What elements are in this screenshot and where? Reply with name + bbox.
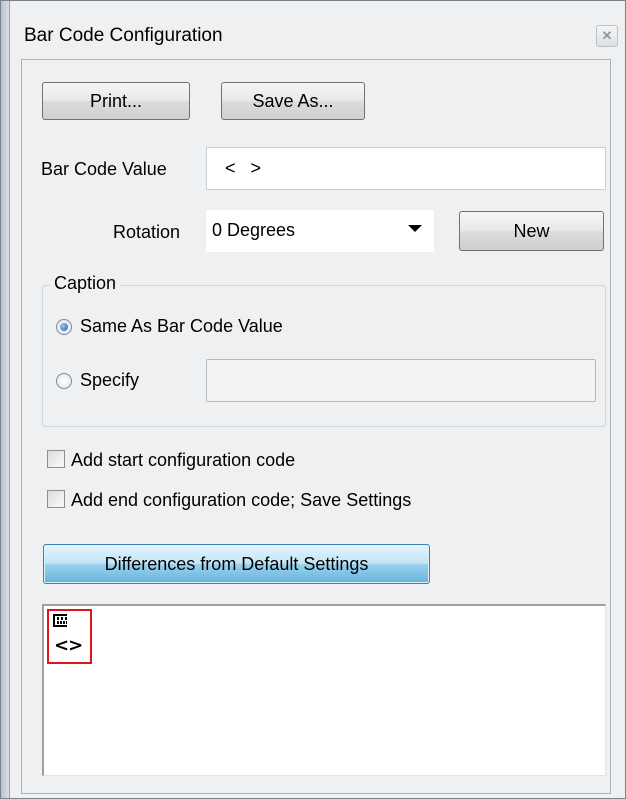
add-start-code-label[interactable]: Add start configuration code (71, 450, 295, 471)
add-end-code-label[interactable]: Add end configuration code; Save Setting… (71, 490, 411, 511)
same-as-bar-code-radio[interactable] (56, 319, 72, 335)
caption-groupbox (42, 285, 606, 427)
barcode-preview-pane: <> (42, 604, 606, 776)
same-as-bar-code-label[interactable]: Same As Bar Code Value (80, 316, 283, 337)
close-icon[interactable]: ✕ (596, 25, 618, 47)
specify-label[interactable]: Specify (80, 370, 139, 391)
print-button[interactable]: Print... (42, 82, 190, 120)
bar-code-value-label: Bar Code Value (41, 159, 167, 179)
save-as-button[interactable]: Save As... (221, 82, 365, 120)
window-frame-left (1, 1, 10, 798)
dialog-client-area: Print... Save As... Bar Code Value < > R… (21, 59, 611, 794)
specify-radio[interactable] (56, 373, 72, 389)
rotation-select[interactable]: 0 Degrees (206, 210, 434, 252)
barcode-highlight-box: <> (47, 609, 92, 664)
dropdown-arrow-icon (408, 225, 422, 232)
add-end-code-checkbox[interactable] (47, 490, 65, 508)
new-button[interactable]: New (459, 211, 604, 251)
add-start-code-checkbox[interactable] (47, 450, 65, 468)
caption-group-legend: Caption (50, 273, 121, 294)
bar-code-value-input[interactable]: < > (206, 147, 606, 190)
barcode-icon (53, 614, 67, 627)
bar-code-configuration-window: Bar Code Configuration ✕ Print... Save A… (0, 0, 626, 799)
rotation-selected-value: 0 Degrees (212, 220, 296, 240)
specify-caption-input (206, 359, 596, 402)
barcode-preview-caption: <> (54, 635, 83, 656)
window-title: Bar Code Configuration (24, 25, 223, 46)
differences-from-default-button[interactable]: Differences from Default Settings (43, 544, 430, 584)
rotation-label: Rotation (113, 222, 181, 242)
title-bar[interactable]: Bar Code Configuration ✕ (10, 13, 618, 57)
